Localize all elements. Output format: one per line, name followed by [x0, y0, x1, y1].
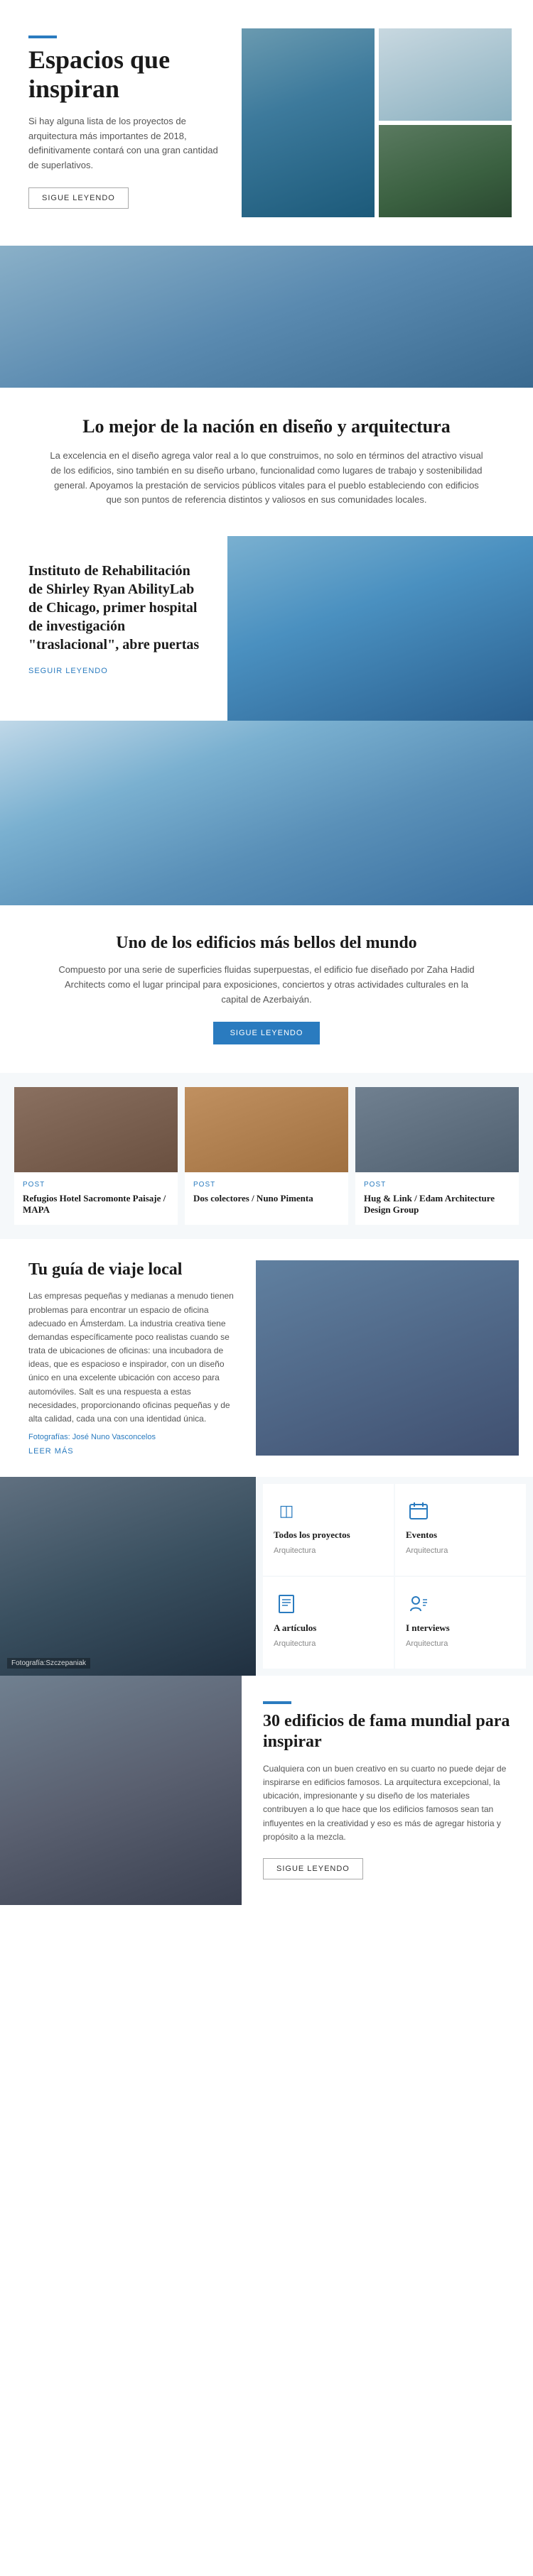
- card-1-body: Post Dos colectores / Nuno Pimenta: [185, 1172, 348, 1213]
- hospital-section: Instituto de Rehabilitación de Shirley R…: [0, 536, 533, 721]
- nation-title: Lo mejor de la nación en diseño y arquit…: [28, 416, 505, 437]
- projects-icon: ◫: [274, 1498, 299, 1524]
- card-0-image: [14, 1087, 178, 1172]
- hero-description: Si hay alguna lista de los proyectos de …: [28, 114, 227, 173]
- card-2-label: Post: [364, 1181, 510, 1189]
- zaha-building-image: [0, 721, 533, 905]
- beautiful-section: Uno de los edificios más bellos del mund…: [0, 905, 533, 1072]
- hero-image-bottom-right: [379, 125, 512, 217]
- icon-card-events[interactable]: Eventos Arquitectura: [395, 1484, 526, 1576]
- beautiful-description: Compuesto por una serie de superficies f…: [53, 963, 480, 1007]
- hospital-image: [227, 536, 533, 721]
- hospital-title: Instituto de Rehabilitación de Shirley R…: [28, 562, 206, 654]
- hero-text: Espacios que inspiran Si hay alguna list…: [28, 28, 227, 217]
- hero-image-top-right: [379, 28, 512, 121]
- projects-title: Todos los proyectos: [274, 1529, 350, 1541]
- card-1: Post Dos colectores / Nuno Pimenta: [185, 1087, 348, 1226]
- projects-sub: Arquitectura: [274, 1546, 316, 1555]
- card-2-body: Post Hug & Link / Edam Architecture Desi…: [355, 1172, 519, 1226]
- travel-text: Tu guía de viaje local Las empresas pequ…: [28, 1260, 242, 1456]
- fullwidth-building-image: [0, 246, 533, 388]
- bottom-section: Fotografía:Szczepaniak ◫ Todos los proye…: [0, 1477, 533, 1676]
- buildings30-left-image: [0, 1676, 242, 1905]
- nation-description: La excelencia en el diseño agrega valor …: [46, 449, 487, 508]
- icon-card-articles[interactable]: A artículos Arquitectura: [263, 1577, 394, 1669]
- travel-description: Las empresas pequeñas y medianas a menud…: [28, 1289, 242, 1426]
- beautiful-title: Uno de los edificios más bellos del mund…: [28, 934, 505, 953]
- bottom-left-image: Fotografía:Szczepaniak: [0, 1477, 256, 1676]
- card-0-body: Post Refugios Hotel Sacromonte Paisaje /…: [14, 1172, 178, 1226]
- hospital-read-more[interactable]: SEGUIR LEYENDO: [28, 667, 108, 675]
- blue-accent-bar: [28, 36, 57, 38]
- interviews-icon: [406, 1591, 431, 1617]
- icon-card-projects[interactable]: ◫ Todos los proyectos Arquitectura: [263, 1484, 394, 1576]
- events-title: Eventos: [406, 1529, 437, 1541]
- cards-section: Post Refugios Hotel Sacromonte Paisaje /…: [0, 1073, 533, 1240]
- buildings30-section: 30 edificios de fama mundial para inspir…: [0, 1676, 533, 1905]
- card-0: Post Refugios Hotel Sacromonte Paisaje /…: [14, 1087, 178, 1226]
- buildings30-text: 30 edificios de fama mundial para inspir…: [242, 1676, 533, 1905]
- nation-section: Lo mejor de la nación en diseño y arquit…: [0, 388, 533, 536]
- bottom-left-caption: Fotografía:Szczepaniak: [7, 1658, 90, 1669]
- hero-read-more-button[interactable]: SIGUE LEYENDO: [28, 187, 129, 209]
- card-0-title: Refugios Hotel Sacromonte Paisaje / MAPA: [23, 1193, 169, 1217]
- card-2: Post Hug & Link / Edam Architecture Desi…: [355, 1087, 519, 1226]
- hero-section: Espacios que inspiran Si hay alguna list…: [0, 0, 533, 246]
- articles-title: A artículos: [274, 1622, 316, 1634]
- buildings30-title: 30 edificios de fama mundial para inspir…: [263, 1711, 512, 1752]
- card-0-label: Post: [23, 1181, 169, 1189]
- card-2-image: [355, 1087, 519, 1172]
- articles-sub: Arquitectura: [274, 1639, 316, 1648]
- card-1-title: Dos colectores / Nuno Pimenta: [193, 1193, 340, 1205]
- events-sub: Arquitectura: [406, 1546, 448, 1555]
- beautiful-read-more-button[interactable]: SIGUE LEYENDO: [213, 1022, 321, 1044]
- travel-photo-credit: Fotografías: José Nuno Vasconcelos: [28, 1433, 242, 1441]
- travel-title: Tu guía de viaje local: [28, 1260, 242, 1279]
- card-1-image: [185, 1087, 348, 1172]
- hero-title: Espacios que inspiran: [28, 45, 227, 104]
- travel-photo-label: Fotografías:: [28, 1433, 70, 1441]
- events-icon: [406, 1498, 431, 1524]
- hero-image-left: [242, 28, 375, 217]
- buildings30-description: Cualquiera con un buen creativo en su cu…: [263, 1762, 512, 1844]
- travel-section: Tu guía de viaje local Las empresas pequ…: [0, 1239, 533, 1477]
- articles-icon: [274, 1591, 299, 1617]
- interviews-title: I nterviews: [406, 1622, 450, 1634]
- travel-image: [256, 1260, 519, 1456]
- card-1-label: Post: [193, 1181, 340, 1189]
- travel-photo-author[interactable]: José Nuno Vasconcelos: [72, 1433, 156, 1441]
- buildings30-read-more-button[interactable]: SIGUE LEYENDO: [263, 1858, 363, 1879]
- hero-images: [242, 28, 512, 217]
- interviews-sub: Arquitectura: [406, 1639, 448, 1648]
- icon-card-interviews[interactable]: I nterviews Arquitectura: [395, 1577, 526, 1669]
- travel-read-more[interactable]: LEER MÁS: [28, 1447, 242, 1456]
- hospital-text: Instituto de Rehabilitación de Shirley R…: [0, 536, 227, 721]
- icon-cards-grid: ◫ Todos los proyectos Arquitectura Event…: [256, 1477, 533, 1676]
- card-2-title: Hug & Link / Edam Architecture Design Gr…: [364, 1193, 510, 1217]
- buildings30-blue-bar: [263, 1701, 291, 1704]
